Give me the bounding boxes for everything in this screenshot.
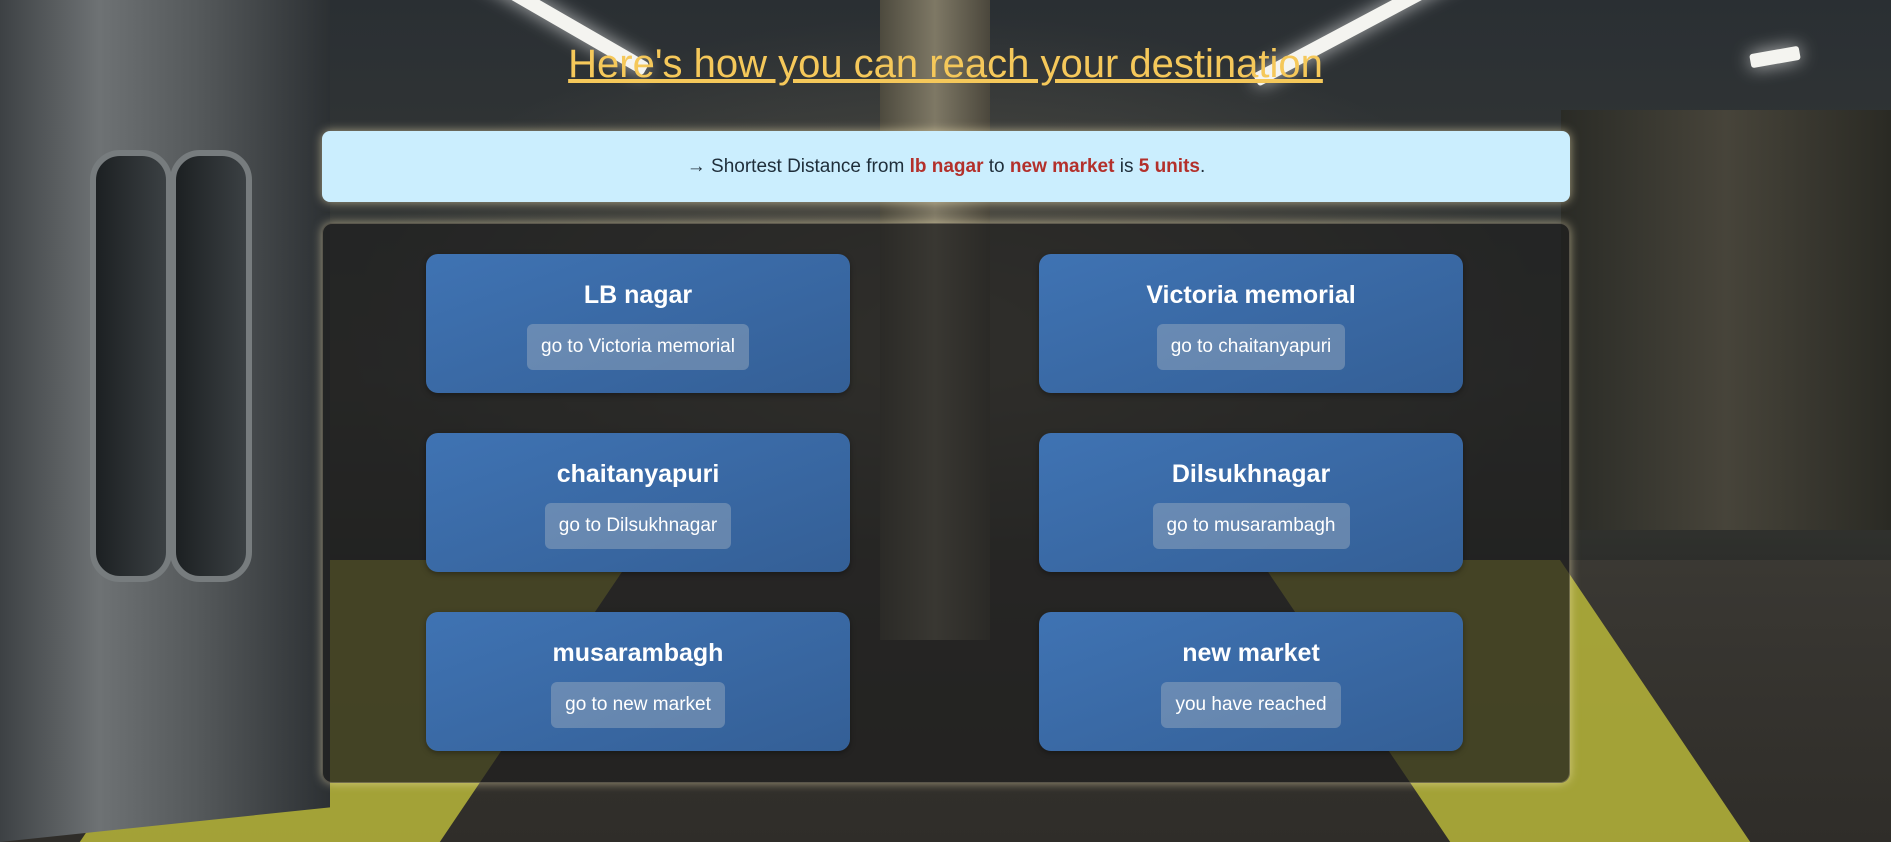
route-step-button[interactable]: go to Victoria memorial: [527, 324, 749, 370]
distance-value: 5 units: [1138, 155, 1200, 177]
route-panel: LB nagar go to Victoria memorial Victori…: [322, 223, 1570, 783]
route-card: new market you have reached: [1039, 612, 1463, 751]
route-step-button[interactable]: you have reached: [1161, 682, 1341, 728]
destination-station: new market: [1009, 155, 1115, 177]
banner-prefix: → Shortest Distance from: [686, 155, 905, 177]
shortest-distance-banner: → Shortest Distance from lb nagar to new…: [322, 131, 1570, 202]
route-card: musarambagh go to new market: [426, 612, 850, 751]
page-title: Here's how you can reach your destinatio…: [568, 42, 1323, 86]
station-name: musarambagh: [552, 639, 724, 667]
station-name: new market: [1182, 639, 1320, 667]
route-card: chaitanyapuri go to Dilsukhnagar: [426, 433, 850, 572]
route-step-button[interactable]: go to Dilsukhnagar: [544, 503, 732, 549]
route-step-button[interactable]: go to musarambagh: [1152, 503, 1350, 549]
route-card: Victoria memorial go to chaitanyapuri: [1039, 254, 1463, 393]
station-name: Victoria memorial: [1146, 281, 1356, 309]
source-station: lb nagar: [909, 155, 984, 177]
route-card: LB nagar go to Victoria memorial: [426, 254, 850, 393]
banner-is: is: [1119, 155, 1134, 177]
station-name: Dilsukhnagar: [1171, 460, 1331, 488]
banner-to: to: [988, 155, 1005, 177]
banner-suffix: .: [1199, 155, 1206, 177]
route-card: Dilsukhnagar go to musarambagh: [1039, 433, 1463, 572]
station-name: chaitanyapuri: [556, 460, 720, 488]
route-step-button[interactable]: go to new market: [551, 682, 725, 728]
route-step-button[interactable]: go to chaitanyapuri: [1156, 324, 1346, 370]
station-name: LB nagar: [583, 281, 693, 309]
